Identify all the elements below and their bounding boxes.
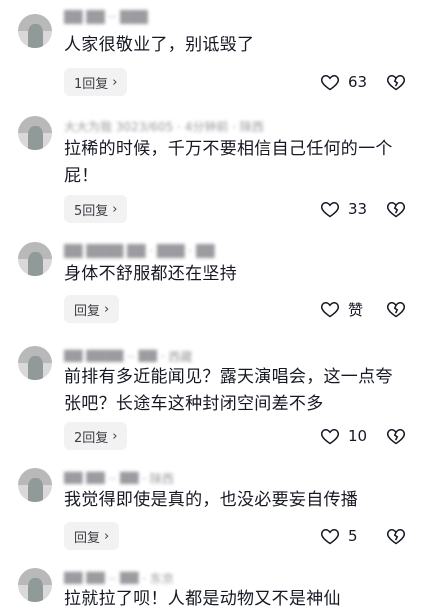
comment-text[interactable]: 人家很敬业了，别诋毁了 bbox=[64, 32, 409, 59]
comment-meta: 大大为我 3023/605 · 4分钟前 · 陕西 bbox=[64, 120, 264, 132]
dislike-button[interactable] bbox=[386, 299, 406, 319]
chevron-right-icon: › bbox=[112, 428, 118, 444]
comment-meta: ██ ██ ·· ███ bbox=[64, 10, 148, 24]
dislike-button[interactable] bbox=[386, 426, 406, 446]
dislike-button[interactable] bbox=[386, 72, 406, 92]
like-button[interactable]: 63 bbox=[320, 68, 367, 96]
reply-label: 回复 bbox=[74, 530, 101, 546]
heart-icon bbox=[320, 301, 340, 318]
heart-icon bbox=[320, 201, 340, 218]
like-button[interactable]: 33 bbox=[320, 195, 367, 223]
broken-heart-icon bbox=[386, 201, 406, 218]
like-button[interactable]: 10 bbox=[320, 422, 367, 450]
reply-button[interactable]: 2回复 › bbox=[64, 422, 128, 450]
chevron-right-icon: › bbox=[104, 528, 110, 544]
broken-heart-icon bbox=[386, 528, 406, 545]
comment-meta: ██ ██ ·· ██ · 东京 bbox=[64, 572, 174, 584]
reply-button[interactable]: 1回复 › bbox=[64, 68, 128, 96]
like-count: 5 bbox=[348, 527, 358, 545]
dislike-button[interactable] bbox=[386, 526, 406, 546]
avatar[interactable] bbox=[18, 346, 52, 380]
avatar[interactable] bbox=[18, 14, 52, 48]
comment-text[interactable]: 拉稀的时候，千万不要相信自己任何的一个屁！ bbox=[64, 136, 409, 190]
chevron-right-icon: › bbox=[112, 201, 118, 217]
reply-button[interactable]: 回复 › bbox=[64, 522, 120, 550]
reply-button[interactable]: 5回复 › bbox=[64, 195, 128, 223]
heart-icon bbox=[320, 428, 340, 445]
comment-meta: ██ ████ ·· ██ · 西藏 bbox=[64, 350, 193, 362]
dislike-button[interactable] bbox=[386, 199, 406, 219]
like-count: 赞 bbox=[348, 300, 364, 319]
comment-meta: ██ ████ ██ · ███ · ██ bbox=[64, 244, 215, 258]
broken-heart-icon bbox=[386, 74, 406, 91]
chevron-right-icon: › bbox=[104, 301, 110, 317]
comment-text[interactable]: 身体不舒服都还在坚持 bbox=[64, 261, 409, 288]
reply-label: 2回复 bbox=[74, 430, 109, 446]
broken-heart-icon bbox=[386, 301, 406, 318]
chevron-right-icon: › bbox=[112, 74, 118, 90]
broken-heart-icon bbox=[386, 428, 406, 445]
like-button[interactable]: 赞 bbox=[320, 295, 363, 323]
reply-button[interactable]: 回复 › bbox=[64, 295, 120, 323]
comment-text[interactable]: 前排有多近能闻见？露天演唱会，这一点夸张吧？长途车这种封闭空间差不多 bbox=[64, 364, 409, 418]
reply-label: 回复 bbox=[74, 303, 101, 319]
like-count: 10 bbox=[348, 427, 368, 445]
like-count: 33 bbox=[348, 200, 368, 218]
avatar[interactable] bbox=[18, 568, 52, 602]
heart-icon bbox=[320, 528, 340, 545]
reply-label: 5回复 bbox=[74, 203, 109, 219]
avatar[interactable] bbox=[18, 116, 52, 150]
avatar[interactable] bbox=[18, 468, 52, 502]
like-count: 63 bbox=[348, 73, 368, 91]
comment-text[interactable]: 我觉得即使是真的，也没必要妄自传播 bbox=[64, 487, 409, 514]
reply-label: 1回复 bbox=[74, 76, 109, 92]
heart-icon bbox=[320, 74, 340, 91]
avatar[interactable] bbox=[18, 242, 52, 276]
like-button[interactable]: 5 bbox=[320, 522, 358, 550]
comment-meta: ██ ██ ·· ██ · 陕西 bbox=[64, 472, 174, 484]
